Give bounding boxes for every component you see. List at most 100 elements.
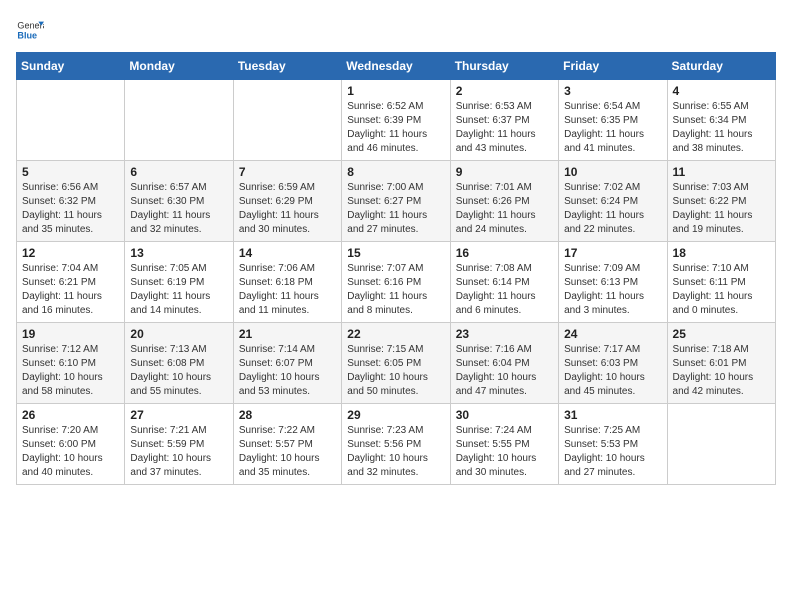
calendar-cell: 20Sunrise: 7:13 AM Sunset: 6:08 PM Dayli…: [125, 323, 233, 404]
calendar-day-header: Sunday: [17, 53, 125, 80]
day-info: Sunrise: 7:13 AM Sunset: 6:08 PM Dayligh…: [130, 343, 227, 399]
calendar-cell: 26Sunrise: 7:20 AM Sunset: 6:00 PM Dayli…: [17, 404, 125, 485]
day-info: Sunrise: 7:25 AM Sunset: 5:53 PM Dayligh…: [564, 424, 661, 480]
calendar-cell: 19Sunrise: 7:12 AM Sunset: 6:10 PM Dayli…: [17, 323, 125, 404]
day-info: Sunrise: 7:24 AM Sunset: 5:55 PM Dayligh…: [456, 424, 553, 480]
day-number: 31: [564, 408, 661, 422]
day-info: Sunrise: 6:54 AM Sunset: 6:35 PM Dayligh…: [564, 100, 661, 156]
day-info: Sunrise: 7:09 AM Sunset: 6:13 PM Dayligh…: [564, 262, 661, 318]
day-info: Sunrise: 7:07 AM Sunset: 6:16 PM Dayligh…: [347, 262, 444, 318]
calendar-cell: 11 Sunrise: 7:03 AM Sunset: 6:22 PM Dayli…: [667, 161, 775, 242]
calendar-cell: 22 Sunrise: 7:15 AM Sunset: 6:05 PM Dayli…: [342, 323, 450, 404]
calendar-cell: 8 Sunrise: 7:00 AM Sunset: 6:27 PM Daylig…: [342, 161, 450, 242]
day-number: 7: [239, 165, 336, 179]
calendar-week-row: 1 Sunrise: 6:52 AM Sunset: 6:39 PM Daylig…: [17, 80, 776, 161]
day-number: 22: [347, 327, 444, 341]
day-info: Sunrise: 7:03 AM Sunset: 6:22 PM Dayligh…: [673, 181, 770, 237]
logo: General Blue: [16, 16, 44, 44]
day-info: Sunrise: 7:02 AM Sunset: 6:24 PM Dayligh…: [564, 181, 661, 237]
day-number: 15: [347, 246, 444, 260]
calendar-cell: [667, 404, 775, 485]
calendar-cell: 10 Sunrise: 7:02 AM Sunset: 6:24 PM Dayli…: [559, 161, 667, 242]
day-number: 16: [456, 246, 553, 260]
day-info: Sunrise: 7:01 AM Sunset: 6:26 PM Dayligh…: [456, 181, 553, 237]
day-info: Sunrise: 7:00 AM Sunset: 6:27 PM Dayligh…: [347, 181, 444, 237]
day-number: 10: [564, 165, 661, 179]
day-number: 25: [673, 327, 770, 341]
calendar-cell: 23 Sunrise: 7:16 AM Sunset: 6:04 PM Dayli…: [450, 323, 558, 404]
calendar-cell: 21 Sunrise: 7:14 AM Sunset: 6:07 PM Dayli…: [233, 323, 341, 404]
day-info: Sunrise: 6:52 AM Sunset: 6:39 PM Dayligh…: [347, 100, 444, 156]
calendar-day-header: Friday: [559, 53, 667, 80]
calendar-cell: 14Sunrise: 7:06 AM Sunset: 6:18 PM Dayli…: [233, 242, 341, 323]
calendar-cell: 30 Sunrise: 7:24 AM Sunset: 5:55 PM Dayli…: [450, 404, 558, 485]
calendar-cell: 27Sunrise: 7:21 AM Sunset: 5:59 PM Dayli…: [125, 404, 233, 485]
day-info: Sunrise: 6:53 AM Sunset: 6:37 PM Dayligh…: [456, 100, 553, 156]
day-info: Sunrise: 7:14 AM Sunset: 6:07 PM Dayligh…: [239, 343, 336, 399]
calendar-cell: 25Sunrise: 7:18 AM Sunset: 6:01 PM Dayli…: [667, 323, 775, 404]
day-info: Sunrise: 7:16 AM Sunset: 6:04 PM Dayligh…: [456, 343, 553, 399]
day-number: 6: [130, 165, 227, 179]
day-info: Sunrise: 7:10 AM Sunset: 6:11 PM Dayligh…: [673, 262, 770, 318]
calendar-week-row: 19Sunrise: 7:12 AM Sunset: 6:10 PM Dayli…: [17, 323, 776, 404]
calendar-cell: 31 Sunrise: 7:25 AM Sunset: 5:53 PM Dayli…: [559, 404, 667, 485]
calendar-cell: 16 Sunrise: 7:08 AM Sunset: 6:14 PM Dayli…: [450, 242, 558, 323]
day-number: 4: [673, 84, 770, 98]
calendar-cell: 4Sunrise: 6:55 AM Sunset: 6:34 PM Daylig…: [667, 80, 775, 161]
day-info: Sunrise: 7:23 AM Sunset: 5:56 PM Dayligh…: [347, 424, 444, 480]
calendar-cell: 3 Sunrise: 6:54 AM Sunset: 6:35 PM Daylig…: [559, 80, 667, 161]
calendar-cell: 17Sunrise: 7:09 AM Sunset: 6:13 PM Dayli…: [559, 242, 667, 323]
day-number: 23: [456, 327, 553, 341]
calendar-day-header: Saturday: [667, 53, 775, 80]
calendar-cell: [233, 80, 341, 161]
calendar-table: SundayMondayTuesdayWednesdayThursdayFrid…: [16, 52, 776, 485]
page-header: General Blue: [16, 16, 776, 44]
calendar-cell: 1 Sunrise: 6:52 AM Sunset: 6:39 PM Daylig…: [342, 80, 450, 161]
calendar-cell: 18 Sunrise: 7:10 AM Sunset: 6:11 PM Dayli…: [667, 242, 775, 323]
calendar-cell: 13 Sunrise: 7:05 AM Sunset: 6:19 PM Dayli…: [125, 242, 233, 323]
day-number: 9: [456, 165, 553, 179]
calendar-cell: 7 Sunrise: 6:59 AM Sunset: 6:29 PM Daylig…: [233, 161, 341, 242]
day-info: Sunrise: 7:08 AM Sunset: 6:14 PM Dayligh…: [456, 262, 553, 318]
day-number: 1: [347, 84, 444, 98]
calendar-cell: 6 Sunrise: 6:57 AM Sunset: 6:30 PM Daylig…: [125, 161, 233, 242]
day-info: Sunrise: 7:15 AM Sunset: 6:05 PM Dayligh…: [347, 343, 444, 399]
calendar-cell: 29 Sunrise: 7:23 AM Sunset: 5:56 PM Dayli…: [342, 404, 450, 485]
day-info: Sunrise: 7:04 AM Sunset: 6:21 PM Dayligh…: [22, 262, 119, 318]
svg-text:Blue: Blue: [17, 30, 37, 40]
day-number: 18: [673, 246, 770, 260]
day-number: 21: [239, 327, 336, 341]
calendar-cell: 9 Sunrise: 7:01 AM Sunset: 6:26 PM Daylig…: [450, 161, 558, 242]
day-info: Sunrise: 6:59 AM Sunset: 6:29 PM Dayligh…: [239, 181, 336, 237]
day-number: 11: [673, 165, 770, 179]
calendar-day-header: Monday: [125, 53, 233, 80]
day-number: 30: [456, 408, 553, 422]
calendar-cell: 5 Sunrise: 6:56 AM Sunset: 6:32 PM Daylig…: [17, 161, 125, 242]
calendar-week-row: 5 Sunrise: 6:56 AM Sunset: 6:32 PM Daylig…: [17, 161, 776, 242]
calendar-cell: 15 Sunrise: 7:07 AM Sunset: 6:16 PM Dayli…: [342, 242, 450, 323]
day-number: 12: [22, 246, 119, 260]
calendar-day-header: Thursday: [450, 53, 558, 80]
day-info: Sunrise: 7:05 AM Sunset: 6:19 PM Dayligh…: [130, 262, 227, 318]
day-info: Sunrise: 7:22 AM Sunset: 5:57 PM Dayligh…: [239, 424, 336, 480]
calendar-cell: 2 Sunrise: 6:53 AM Sunset: 6:37 PM Daylig…: [450, 80, 558, 161]
day-number: 26: [22, 408, 119, 422]
day-number: 19: [22, 327, 119, 341]
day-info: Sunrise: 7:06 AM Sunset: 6:18 PM Dayligh…: [239, 262, 336, 318]
calendar-cell: [17, 80, 125, 161]
day-number: 5: [22, 165, 119, 179]
day-number: 8: [347, 165, 444, 179]
day-number: 2: [456, 84, 553, 98]
day-info: Sunrise: 6:57 AM Sunset: 6:30 PM Dayligh…: [130, 181, 227, 237]
day-number: 28: [239, 408, 336, 422]
calendar-cell: [125, 80, 233, 161]
calendar-week-row: 26Sunrise: 7:20 AM Sunset: 6:00 PM Dayli…: [17, 404, 776, 485]
calendar-day-header: Wednesday: [342, 53, 450, 80]
day-info: Sunrise: 7:21 AM Sunset: 5:59 PM Dayligh…: [130, 424, 227, 480]
day-info: Sunrise: 6:56 AM Sunset: 6:32 PM Dayligh…: [22, 181, 119, 237]
day-number: 29: [347, 408, 444, 422]
day-number: 3: [564, 84, 661, 98]
calendar-day-header: Tuesday: [233, 53, 341, 80]
calendar-cell: 28 Sunrise: 7:22 AM Sunset: 5:57 PM Dayli…: [233, 404, 341, 485]
day-number: 13: [130, 246, 227, 260]
